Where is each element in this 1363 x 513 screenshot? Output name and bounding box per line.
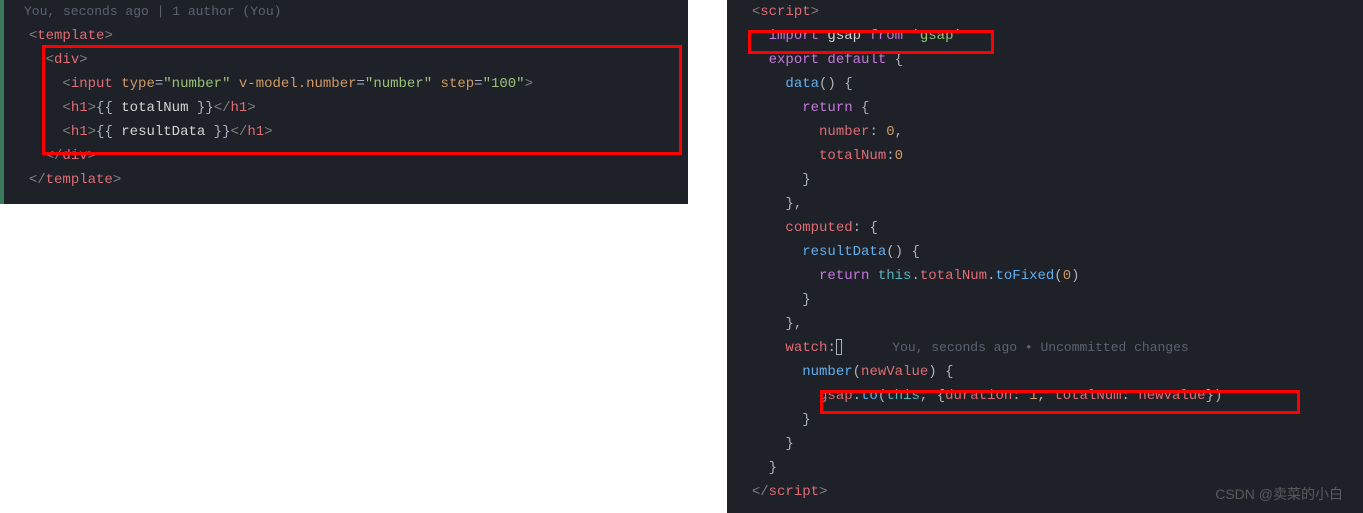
code-line[interactable]: <script> xyxy=(727,0,1363,24)
code-line[interactable]: </template> xyxy=(4,168,688,192)
highlight-box-left xyxy=(42,45,682,155)
gitlens-inline: You, seconds ago • Uncommitted changes xyxy=(892,340,1188,355)
code-line[interactable]: return { xyxy=(727,96,1363,120)
code-line[interactable]: number(newValue) { xyxy=(727,360,1363,384)
gitlens-annotation: You, seconds ago | 1 author (You) xyxy=(4,0,688,24)
right-code-editor[interactable]: <script> import gsap from 'gsap' export … xyxy=(727,0,1363,513)
code-line[interactable]: resultData() { xyxy=(727,240,1363,264)
code-line[interactable]: totalNum:0 xyxy=(727,144,1363,168)
code-line[interactable]: watch: You, seconds ago • Uncommitted ch… xyxy=(727,336,1363,360)
highlight-box-gsap-call xyxy=(820,390,1300,414)
cursor-indicator xyxy=(836,339,842,355)
code-line[interactable]: } xyxy=(727,168,1363,192)
code-line[interactable]: } xyxy=(727,288,1363,312)
highlight-box-import xyxy=(748,30,994,54)
code-line[interactable]: }, xyxy=(727,192,1363,216)
code-line[interactable]: computed: { xyxy=(727,216,1363,240)
code-line[interactable]: } xyxy=(727,456,1363,480)
code-line[interactable]: } xyxy=(727,432,1363,456)
code-line[interactable]: data() { xyxy=(727,72,1363,96)
code-line[interactable]: return this.totalNum.toFixed(0) xyxy=(727,264,1363,288)
code-line[interactable]: number: 0, xyxy=(727,120,1363,144)
code-line[interactable]: }, xyxy=(727,312,1363,336)
watermark: CSDN @卖菜的小白 xyxy=(1215,483,1343,505)
